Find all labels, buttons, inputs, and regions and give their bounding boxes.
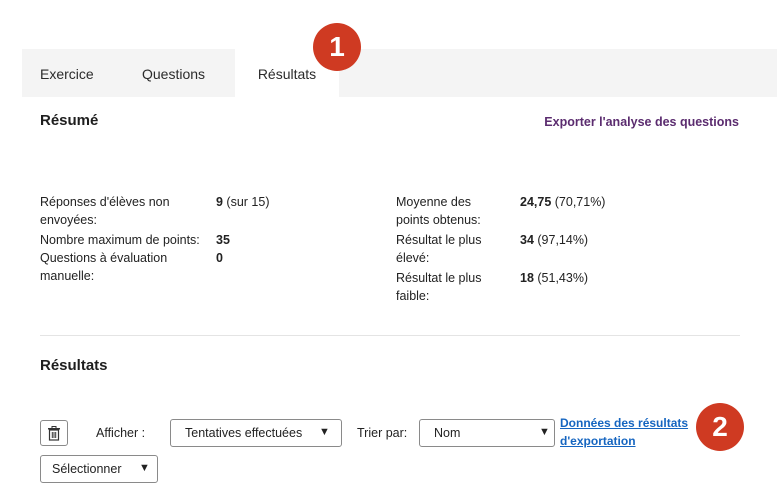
stat-label-max-points: Nombre maximum de points:	[40, 233, 200, 247]
chevron-down-icon: ▼	[319, 426, 330, 438]
show-label: Afficher :	[96, 426, 146, 440]
stat-value-max-points: 35	[216, 233, 230, 247]
summary-title: Résumé	[40, 112, 99, 129]
stat-value-lowest: 18 (51,43%)	[520, 271, 589, 285]
export-results-data-link[interactable]: Données des résultats d'exportation	[560, 414, 688, 450]
sort-label: Trier par:	[357, 426, 408, 440]
tab-exercice[interactable]: Exercice	[40, 49, 94, 97]
delete-button[interactable]	[40, 420, 68, 446]
stat-label-manual-questions: Questions à évaluation manuelle:	[40, 251, 168, 283]
stat-label-highest: Résultat le plus élevé:	[396, 233, 482, 265]
sort-select[interactable]: Nom ▼	[419, 419, 555, 447]
stat-value-highest: 34 (97,14%)	[520, 233, 589, 247]
sort-select-value: Nom	[434, 426, 461, 440]
tab-questions[interactable]: Questions	[142, 49, 205, 97]
callout-badge-2: 2	[696, 403, 744, 451]
stat-value-manual-questions: 0	[216, 251, 223, 265]
stat-label-average: Moyenne des points obtenus:	[396, 195, 481, 227]
divider	[40, 335, 740, 336]
show-select[interactable]: Tentatives effectuées ▼	[170, 419, 342, 447]
export-question-analysis-link[interactable]: Exporter l'analyse des questions	[544, 115, 739, 129]
stat-value-average: 24,75 (70,71%)	[520, 195, 606, 209]
tab-bar: Exercice Questions Résultats	[22, 49, 777, 97]
results-title: Résultats	[40, 357, 108, 374]
show-select-value: Tentatives effectuées	[185, 426, 303, 440]
tab-resultats-label: Résultats	[257, 66, 317, 82]
chevron-down-icon: ▼	[539, 426, 550, 438]
stat-label-lowest: Résultat le plus faible:	[396, 271, 482, 303]
chevron-down-icon: ▼	[139, 462, 150, 474]
callout-badge-1: 1	[313, 23, 361, 71]
select-dropdown-label: Sélectionner	[52, 462, 122, 476]
trash-icon	[48, 425, 60, 441]
stat-label-unsubmitted: Réponses d'élèves non envoyées:	[40, 195, 170, 227]
stat-value-unsubmitted: 9 (sur 15)	[216, 195, 270, 209]
select-dropdown[interactable]: Sélectionner ▼	[40, 455, 158, 483]
results-panel: Résumé Exporter l'analyse des questions …	[22, 97, 777, 489]
